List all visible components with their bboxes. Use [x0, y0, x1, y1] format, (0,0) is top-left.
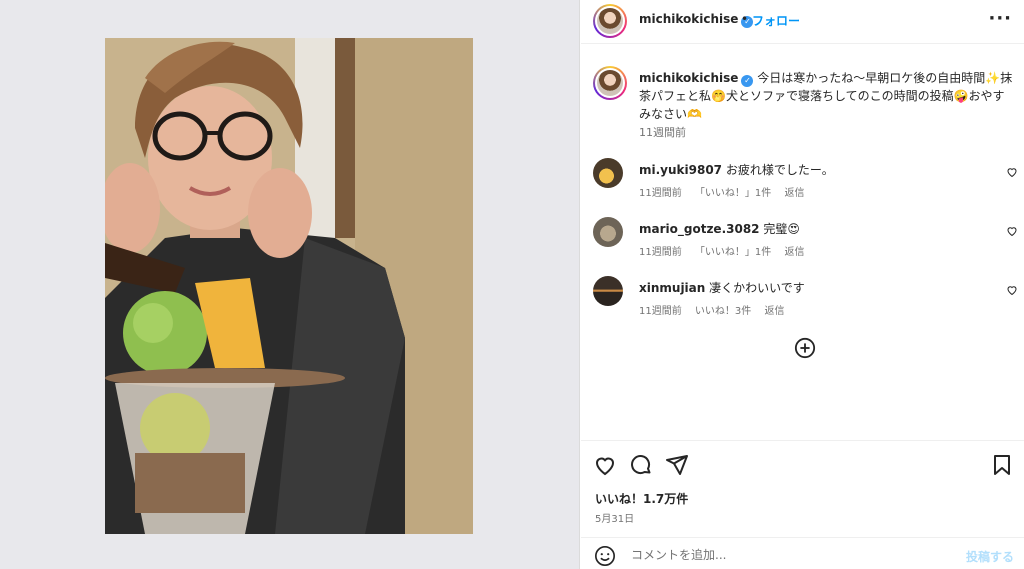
- heart-icon[interactable]: [1006, 284, 1018, 296]
- commenter-username[interactable]: xinmujian: [639, 281, 705, 295]
- commenter-avatar[interactable]: [593, 217, 623, 247]
- media-pane: [0, 0, 580, 569]
- bookmark-icon[interactable]: [990, 453, 1014, 477]
- emoji-icon[interactable]: [594, 545, 616, 567]
- comment-item: mi.yuki9807 お疲れ様でしたー。 11週間前 「いいね！」1件 返信: [593, 158, 1018, 202]
- comment-meta: 11週間前 「いいね！」1件 返信: [639, 184, 814, 199]
- comment-input[interactable]: [631, 544, 951, 566]
- add-comment-bar: 投稿する: [581, 537, 1024, 569]
- caption-username[interactable]: michikokichise: [639, 71, 738, 85]
- comment-time[interactable]: 11週間前: [639, 306, 682, 317]
- follow-button[interactable]: フォロー: [752, 12, 800, 29]
- post-header: michikokichise ✓ • フォロー ···: [581, 0, 1024, 44]
- header-separator: •: [741, 12, 749, 26]
- share-icon[interactable]: [665, 453, 689, 477]
- author-username-text[interactable]: michikokichise: [639, 12, 738, 26]
- comment-body: xinmujian 凄くかわいいです: [639, 279, 805, 296]
- comment-meta: 11週間前 いいね！3件 返信: [639, 302, 794, 317]
- post-actions: いいね！1.7万件 5月31日: [581, 440, 1024, 535]
- reply-button[interactable]: 返信: [784, 188, 804, 199]
- likes-count[interactable]: いいね！1.7万件: [595, 490, 688, 507]
- verified-badge-icon: ✓: [741, 75, 754, 87]
- comment-time[interactable]: 11週間前: [639, 188, 682, 199]
- comment-body: mario_gotze.3082 完璧😍: [639, 220, 800, 237]
- instagram-post-view: michikokichise ✓ • フォロー ··· michikokichis…: [0, 0, 1024, 569]
- comment-item: mario_gotze.3082 完璧😍 11週間前 「いいね！」1件 返信: [593, 217, 1018, 261]
- comment-like-count[interactable]: 「いいね！」1件: [695, 247, 771, 258]
- commenter-username[interactable]: mi.yuki9807: [639, 163, 722, 177]
- comment-like-count[interactable]: いいね！3件: [695, 306, 751, 317]
- heart-icon[interactable]: [593, 453, 617, 477]
- comment-body: mi.yuki9807 お疲れ様でしたー。: [639, 161, 834, 178]
- comment-meta: 11週間前 「いいね！」1件 返信: [639, 243, 814, 258]
- heart-icon[interactable]: [1006, 166, 1018, 178]
- comment-text: 凄くかわいいです: [709, 281, 805, 295]
- caption-author-avatar[interactable]: [593, 66, 627, 100]
- commenter-username[interactable]: mario_gotze.3082: [639, 222, 760, 236]
- comment-like-count[interactable]: 「いいね！」1件: [695, 188, 771, 199]
- author-username-header[interactable]: michikokichise ✓: [639, 12, 754, 28]
- commenter-avatar[interactable]: [593, 158, 623, 188]
- post-details-panel: michikokichise ✓ • フォロー ··· michikokichis…: [581, 0, 1024, 569]
- caption-timestamp[interactable]: 11週間前: [639, 124, 686, 140]
- post-comment-button[interactable]: 投稿する: [966, 548, 1014, 565]
- post-caption: michikokichise ✓ 今日は寒かったね〜早朝ロケ後の自由時間✨抹茶パフ…: [639, 69, 1015, 123]
- comment-text: 完璧😍: [763, 222, 800, 236]
- more-horizontal-icon[interactable]: ···: [988, 8, 1012, 29]
- add-circle-icon[interactable]: [794, 337, 816, 359]
- post-photo-illustration: [105, 38, 473, 534]
- comment-text: お疲れ様でしたー。: [725, 163, 834, 177]
- post-date[interactable]: 5月31日: [595, 510, 634, 525]
- author-avatar[interactable]: [593, 4, 627, 38]
- comment-icon[interactable]: [629, 453, 653, 477]
- reply-button[interactable]: 返信: [764, 306, 784, 317]
- comment-time[interactable]: 11週間前: [639, 247, 682, 258]
- comment-item: xinmujian 凄くかわいいです 11週間前 いいね！3件 返信: [593, 276, 1018, 320]
- heart-icon[interactable]: [1006, 225, 1018, 237]
- commenter-avatar[interactable]: [593, 276, 623, 306]
- post-photo[interactable]: [105, 38, 473, 534]
- reply-button[interactable]: 返信: [784, 247, 804, 258]
